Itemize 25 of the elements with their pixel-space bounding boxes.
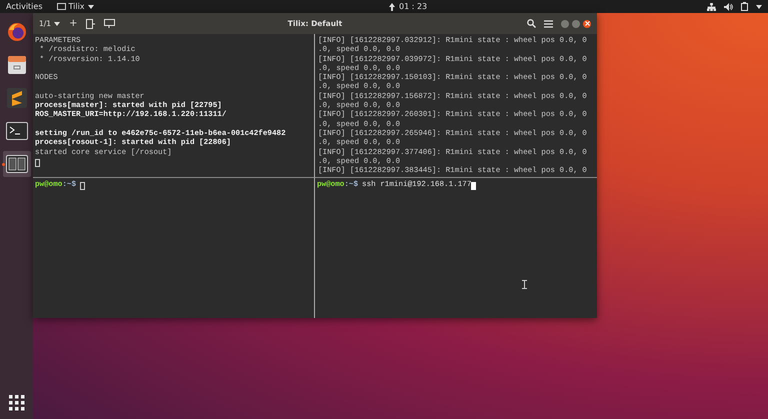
app-grid-icon[interactable] xyxy=(8,395,24,411)
add-button[interactable]: + xyxy=(69,18,78,29)
caret-icon[interactable] xyxy=(756,4,762,8)
activities-button[interactable]: Activities xyxy=(6,2,42,11)
text-cursor-icon xyxy=(522,280,527,289)
terminal-pane[interactable] xyxy=(33,34,315,178)
network-icon[interactable] xyxy=(707,2,716,10)
clock[interactable]: 01 : 23 xyxy=(388,2,428,11)
close-button[interactable] xyxy=(583,20,592,28)
caret-icon xyxy=(88,4,94,8)
tilix-launcher[interactable] xyxy=(2,151,30,177)
cursor xyxy=(471,182,476,190)
cursor xyxy=(35,158,40,166)
volume-icon[interactable] xyxy=(724,2,733,10)
battery-icon[interactable] xyxy=(741,2,748,11)
minimize-button[interactable] xyxy=(561,20,570,28)
menu-icon[interactable] xyxy=(544,20,554,28)
cursor xyxy=(80,182,86,190)
terminal-pane[interactable] xyxy=(315,34,597,178)
split-right-icon[interactable] xyxy=(86,18,96,28)
caret-icon xyxy=(54,22,60,26)
search-icon[interactable] xyxy=(527,19,536,28)
app-menu[interactable]: Tilix xyxy=(56,2,94,11)
terminal-icon xyxy=(56,3,66,10)
split-down-icon[interactable] xyxy=(104,19,116,28)
